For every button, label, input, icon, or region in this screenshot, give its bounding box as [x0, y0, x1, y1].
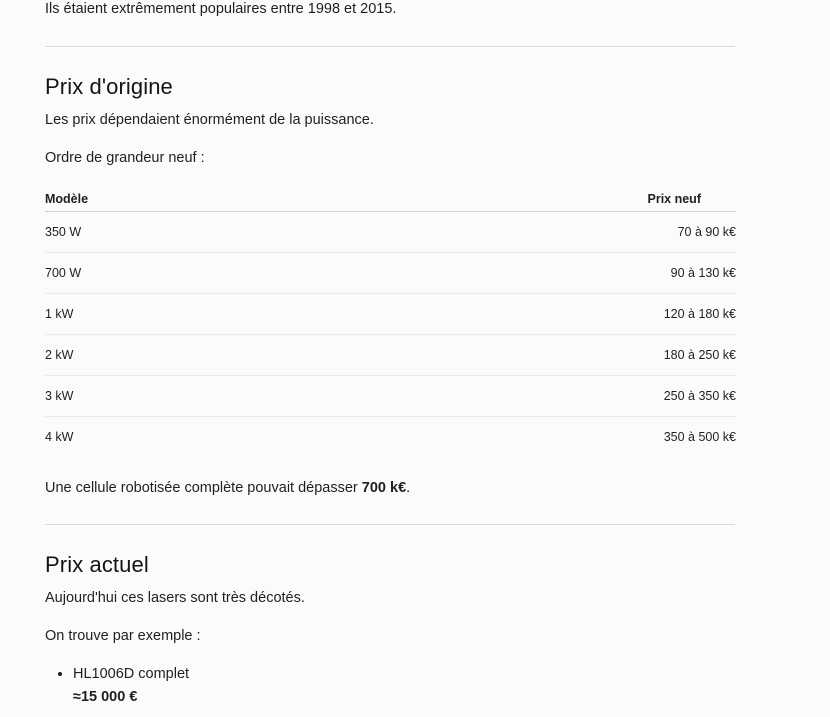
- robot-cell-note-prefix: Une cellule robotisée complète pouvait d…: [45, 480, 362, 496]
- cell-price: 70 à 90 k€: [271, 211, 736, 253]
- section-divider: [45, 524, 735, 525]
- table-row: 2 kW 180 à 250 k€: [45, 334, 736, 376]
- cell-model: 2 kW: [45, 334, 272, 376]
- section-title-original-price: Prix d'origine: [45, 74, 173, 99]
- current-price-lead: Aujourd'hui ces lasers sont très décotés…: [45, 590, 305, 606]
- table-row: 4 kW 350 à 500 k€: [45, 417, 736, 458]
- column-header-new-price: Prix neuf: [271, 186, 736, 212]
- robot-cell-note: Une cellule robotisée complète pouvait d…: [45, 478, 410, 498]
- example-name: HL1006D complet: [73, 666, 190, 682]
- table-header-row: Modèle Prix neuf: [45, 186, 736, 212]
- cell-price: 350 à 500 k€: [663, 430, 736, 444]
- section-title-current-price: Prix actuel: [45, 552, 149, 577]
- cell-model: 4 kW: [45, 430, 74, 444]
- example-price: ≈15 000 €: [73, 689, 138, 705]
- cell-model: 700 W: [45, 252, 272, 294]
- original-price-lead: Les prix dépendaient énormément de la pu…: [45, 112, 374, 128]
- cell-model: 1 kW: [45, 293, 272, 335]
- cell-price: 180 à 250 k€: [271, 334, 736, 376]
- examples-list: HL1006D complet ≈15 000 €: [45, 663, 189, 709]
- table-row: 3 kW 250 à 350 k€: [45, 375, 736, 417]
- cell-price: 120 à 180 k€: [271, 293, 736, 335]
- example-label: On trouve par exemple :: [45, 628, 201, 644]
- robot-cell-note-suffix: .: [406, 480, 411, 496]
- cell-price: 250 à 350 k€: [271, 375, 736, 417]
- cell-price: 90 à 130 k€: [271, 252, 736, 294]
- cell-model: 3 kW: [45, 375, 272, 417]
- cell-model: 350 W: [45, 211, 272, 253]
- column-header-model: Modèle: [45, 186, 272, 212]
- intro-paragraph: Ils étaient extrêmement populaires entre…: [45, 1, 397, 17]
- list-item: HL1006D complet ≈15 000 €: [73, 663, 189, 709]
- section-divider: [45, 46, 735, 47]
- table-row: 1 kW 120 à 180 k€: [45, 293, 736, 335]
- table-row: 700 W 90 à 130 k€: [45, 252, 736, 294]
- table-row: 350 W 70 à 90 k€: [45, 211, 736, 253]
- price-table: Modèle Prix neuf 350 W 70 à 90 k€ 700 W …: [45, 186, 736, 457]
- robot-cell-note-value: 700 k€: [361, 480, 407, 496]
- order-of-magnitude-label: Ordre de grandeur neuf :: [45, 150, 205, 166]
